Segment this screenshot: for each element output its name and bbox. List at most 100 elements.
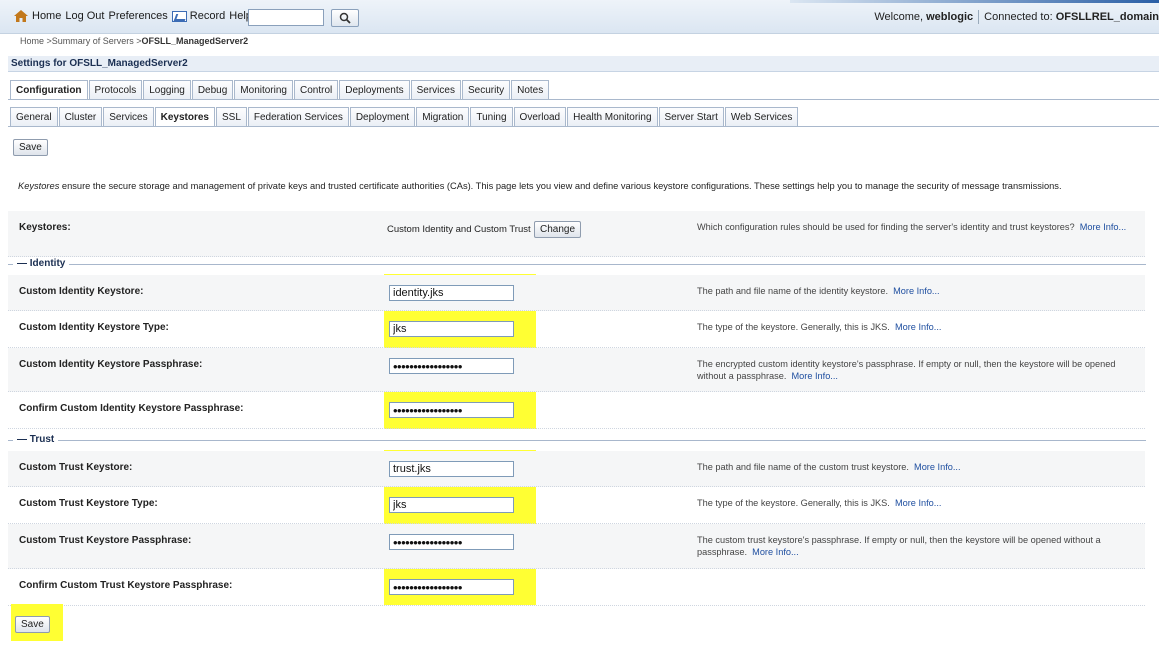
tab-deployments[interactable]: Deployments xyxy=(339,80,410,100)
tab-services[interactable]: Services xyxy=(410,80,461,100)
tab-control[interactable]: Control xyxy=(294,80,339,100)
field-help-text: The type of the keystore. Generally, thi… xyxy=(697,322,890,332)
record-icon[interactable] xyxy=(171,10,187,22)
subtab-cluster[interactable]: Cluster xyxy=(58,107,103,127)
breadcrumb: Home >Summary of Servers >OFSLL_ManagedS… xyxy=(20,36,248,46)
tab-protocols[interactable]: Protocols xyxy=(88,80,143,100)
passphrase-input[interactable] xyxy=(389,402,514,418)
field-label: Custom Identity Keystore Type: xyxy=(19,322,169,333)
field-help-text: The type of the keystore. Generally, thi… xyxy=(697,498,890,508)
logout-link[interactable]: Log Out xyxy=(65,10,104,22)
identity-section-header: — Identity xyxy=(8,258,1146,270)
home-icon[interactable] xyxy=(14,10,28,22)
preferences-link[interactable]: Preferences xyxy=(108,10,167,22)
home-link[interactable]: Home xyxy=(32,10,61,22)
text-input[interactable] xyxy=(389,461,514,477)
welcome-status: Welcome, weblogic Connected to: OFSLLREL_… xyxy=(874,10,1159,24)
more-info-link[interactable]: More Info... xyxy=(895,322,941,332)
keystores-help-text: Which configuration rules should be used… xyxy=(697,222,1075,232)
subtab-services[interactable]: Services xyxy=(103,107,154,127)
keystores-label: Keystores: xyxy=(19,222,71,233)
toolbar-links: Home Log Out Preferences Record Help xyxy=(14,10,256,22)
passphrase-input[interactable] xyxy=(389,358,514,374)
welcome-prefix: Welcome, xyxy=(874,10,927,23)
passphrase-input[interactable] xyxy=(389,534,514,550)
subtab-general[interactable]: General xyxy=(10,107,58,127)
tab-notes[interactable]: Notes xyxy=(511,80,550,100)
field-help: The encrypted custom identity keystore's… xyxy=(697,358,1137,382)
more-info-link[interactable]: More Info... xyxy=(1080,222,1126,232)
keystores-help: Which configuration rules should be used… xyxy=(697,221,1137,233)
tab-logging[interactable]: Logging xyxy=(143,80,191,100)
passphrase-input[interactable] xyxy=(389,579,514,595)
field-help: The path and file name of the custom tru… xyxy=(697,461,1137,473)
more-info-link[interactable]: More Info... xyxy=(895,498,941,508)
field-label: Custom Trust Keystore Type: xyxy=(19,498,158,509)
search-button[interactable] xyxy=(331,9,359,27)
subtab-web-services[interactable]: Web Services xyxy=(724,107,799,127)
search-input[interactable] xyxy=(248,9,324,26)
description-text: ensure the secure storage and management… xyxy=(59,181,1062,191)
field-help-text: The path and file name of the custom tru… xyxy=(697,462,909,472)
subtab-server-start[interactable]: Server Start xyxy=(658,107,724,127)
tab-configuration[interactable]: Configuration xyxy=(10,80,88,100)
subtab-overload[interactable]: Overload xyxy=(513,107,567,127)
trust-section-label: Trust xyxy=(29,434,55,445)
field-label: Custom Trust Keystore Passphrase: xyxy=(19,535,192,546)
field-label: Custom Identity Keystore Passphrase: xyxy=(19,359,203,370)
welcome-user: weblogic xyxy=(926,10,974,23)
description-term: Keystores xyxy=(18,181,60,191)
field-help-text: The encrypted custom identity keystore's… xyxy=(697,359,1116,381)
page-description: Keystores ensure the secure storage and … xyxy=(18,181,1062,191)
text-input[interactable] xyxy=(389,497,514,513)
subtab-migration[interactable]: Migration xyxy=(416,107,470,127)
field-help: The type of the keystore. Generally, thi… xyxy=(697,321,1137,333)
tab-security[interactable]: Security xyxy=(461,80,511,100)
field-label: Custom Identity Keystore: xyxy=(19,286,144,297)
field-label: Custom Trust Keystore: xyxy=(19,462,133,473)
section-line xyxy=(8,264,1146,265)
breadcrumb-trail[interactable]: Home >Summary of Servers > xyxy=(20,36,142,46)
search-icon xyxy=(339,12,351,24)
field-help: The type of the keystore. Generally, thi… xyxy=(697,497,1137,509)
subtab-ssl[interactable]: SSL xyxy=(215,107,247,127)
more-info-link[interactable]: More Info... xyxy=(914,462,960,472)
tab-debug[interactable]: Debug xyxy=(191,80,234,100)
connected-prefix: Connected to: xyxy=(984,10,1056,23)
subtab-keystores[interactable]: Keystores xyxy=(154,107,215,127)
page-title: Settings for OFSLL_ManagedServer2 xyxy=(8,56,1159,72)
subtab-deployment[interactable]: Deployment xyxy=(349,107,416,127)
divider xyxy=(978,10,980,24)
more-info-link[interactable]: More Info... xyxy=(752,547,798,557)
subtab-health-monitoring[interactable]: Health Monitoring xyxy=(567,107,658,127)
field-label: Confirm Custom Trust Keystore Passphrase… xyxy=(19,580,233,591)
field-help: The path and file name of the identity k… xyxy=(697,285,1137,297)
secondary-tabs: General Cluster Services Keystores SSL Federa… xyxy=(10,107,799,127)
subtab-federation-services[interactable]: Federation Services xyxy=(247,107,349,127)
identity-section-label: Identity xyxy=(29,258,66,269)
change-button[interactable]: Change xyxy=(534,221,582,238)
field-help-text: The path and file name of the identity k… xyxy=(697,286,889,296)
text-input[interactable] xyxy=(389,321,514,337)
primary-tabs: Configuration Protocols Logging Debug Monito… xyxy=(10,80,550,100)
tab-monitoring[interactable]: Monitoring xyxy=(234,80,293,100)
save-button-bottom[interactable]: Save xyxy=(15,616,50,633)
breadcrumb-current: OFSLL_ManagedServer2 xyxy=(141,36,249,46)
toolbar-accent xyxy=(790,0,1159,3)
keystores-value: Custom Identity and Custom Trust xyxy=(387,224,531,235)
more-info-link[interactable]: More Info... xyxy=(792,371,838,381)
section-line xyxy=(8,440,1146,441)
save-button-top[interactable]: Save xyxy=(13,139,48,156)
text-input[interactable] xyxy=(389,285,514,301)
tab-divider xyxy=(8,126,1159,127)
tab-divider xyxy=(8,99,1159,100)
trust-section-title: — Trust xyxy=(13,434,59,445)
more-info-link[interactable]: More Info... xyxy=(893,286,939,296)
field-label: Confirm Custom Identity Keystore Passphr… xyxy=(19,403,244,414)
record-link[interactable]: Record xyxy=(190,10,225,22)
identity-section-title: — Identity xyxy=(13,258,70,269)
top-toolbar: Home Log Out Preferences Record Help Wel… xyxy=(0,0,1159,34)
subtab-tuning[interactable]: Tuning xyxy=(470,107,513,127)
domain-name: OFSLLREL_domain xyxy=(1055,10,1159,23)
trust-section-header: — Trust xyxy=(8,434,1146,446)
